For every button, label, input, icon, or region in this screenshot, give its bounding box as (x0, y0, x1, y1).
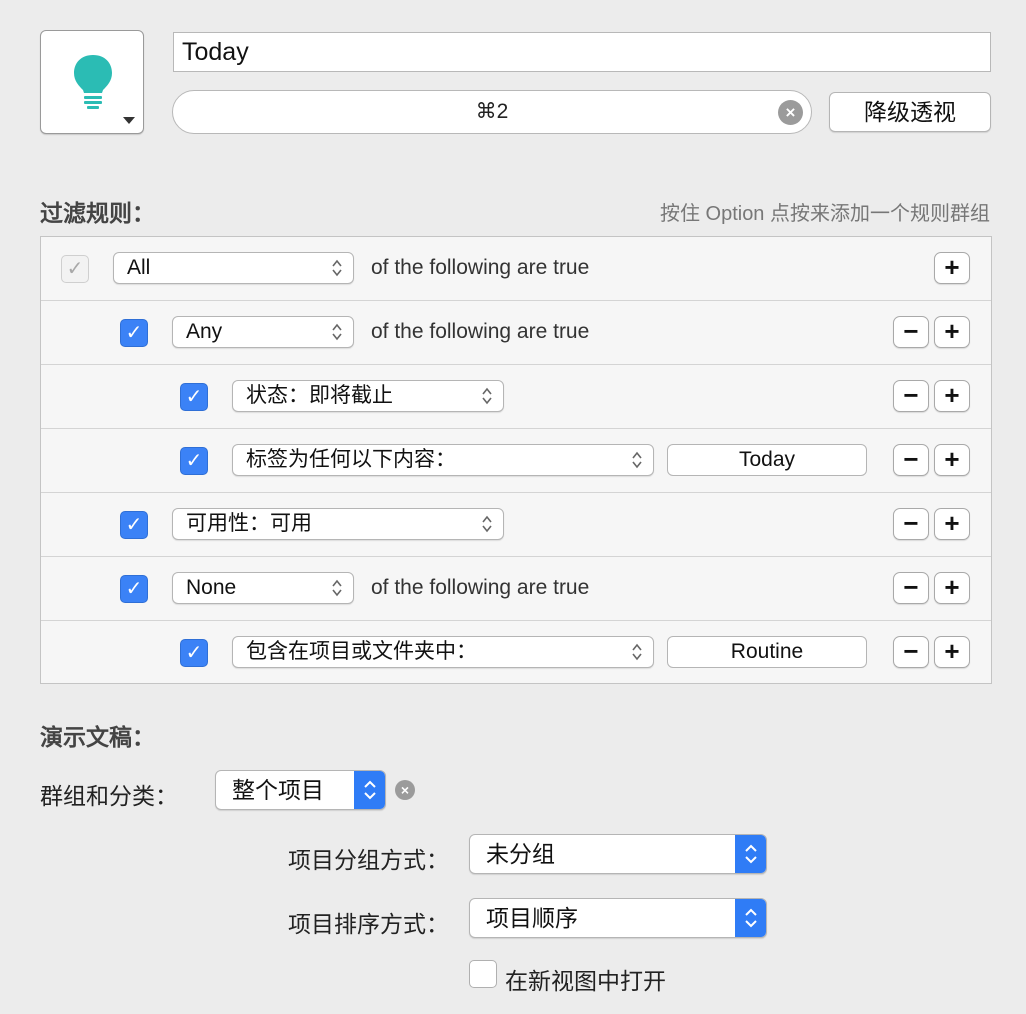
rule-match-popup[interactable]: Any (172, 316, 354, 348)
remove-rule-button[interactable]: − (893, 636, 929, 668)
clear-shortcut-icon[interactable]: × (778, 100, 803, 125)
popup-arrows-icon (745, 844, 757, 864)
rule-condition-popup[interactable]: 包含在项目或文件夹中： (232, 636, 654, 668)
rule-match-popup[interactable]: None (172, 572, 354, 604)
remove-rule-button[interactable]: − (893, 316, 929, 348)
popup-value: 状态：即将截止 (246, 384, 393, 407)
popup-value: 未分组 (486, 841, 555, 867)
popup-value: None (186, 576, 237, 599)
rule-condition-popup[interactable]: 标签为任何以下内容： (232, 444, 654, 476)
open-new-window-checkbox[interactable] (469, 960, 497, 988)
add-rule-button[interactable]: + (934, 508, 970, 540)
shortcut-value: ⌘2 (475, 100, 509, 123)
popup-value: Any (186, 320, 223, 343)
project-group-popup[interactable]: 未分组 (469, 834, 767, 874)
add-rule-button[interactable]: + (934, 444, 970, 476)
rule-checkbox[interactable]: ✓ (120, 319, 148, 347)
rule-row-all: ✓ All of the following are true + (41, 237, 991, 301)
remove-rule-button[interactable]: − (893, 380, 929, 412)
popup-arrows-icon (482, 387, 492, 405)
rule-checkbox[interactable]: ✓ (120, 511, 148, 539)
rule-row-status: ✓ 状态：即将截止 − + (41, 365, 991, 429)
project-sort-popup[interactable]: 项目顺序 (469, 898, 767, 938)
rule-condition-popup[interactable]: 可用性：可用 (172, 508, 504, 540)
rule-row-any: ✓ Any of the following are true − + (41, 301, 991, 365)
open-new-window-label: 在新视图中打开 (505, 968, 666, 994)
group-sort-label: 群组和分类： (40, 783, 178, 809)
rule-row-container: ✓ 包含在项目或文件夹中： Routine − + (41, 621, 991, 685)
shortcut-field[interactable]: ⌘2 × (172, 90, 812, 134)
group-sort-popup[interactable]: 整个项目 (215, 770, 386, 810)
container-value-field[interactable]: Routine (667, 636, 867, 668)
popup-value: All (127, 256, 151, 279)
add-rule-button[interactable]: + (934, 252, 970, 284)
rule-suffix-text: of the following are true (371, 320, 590, 343)
add-rule-button[interactable]: + (934, 636, 970, 668)
demote-perspective-button[interactable]: 降级透视 (829, 92, 991, 132)
rule-checkbox[interactable]: ✓ (180, 383, 208, 411)
rule-row-none: ✓ None of the following are true − + (41, 557, 991, 621)
remove-rule-button[interactable]: − (893, 444, 929, 476)
add-rule-button[interactable]: + (934, 380, 970, 412)
rule-group-hint: 按住 Option 点按来添加一个规则群组 (659, 203, 990, 225)
popup-value: 包含在项目或文件夹中： (246, 640, 477, 663)
rule-match-popup[interactable]: All (113, 252, 354, 284)
tag-value-field[interactable]: Today (667, 444, 867, 476)
popup-value: 项目顺序 (486, 905, 578, 931)
rule-row-availability: ✓ 可用性：可用 − + (41, 493, 991, 557)
dropdown-caret-icon (123, 117, 135, 124)
popup-arrows-icon (332, 259, 342, 277)
lightbulb-icon (74, 55, 112, 109)
popup-stepper (735, 899, 766, 937)
clear-grouping-icon[interactable]: × (395, 780, 415, 800)
rule-checkbox: ✓ (61, 255, 89, 283)
rule-checkbox[interactable]: ✓ (180, 447, 208, 475)
popup-arrows-icon (332, 323, 342, 341)
remove-rule-button[interactable]: − (893, 572, 929, 604)
popup-arrows-icon (482, 515, 492, 533)
add-rule-button[interactable]: + (934, 316, 970, 348)
presentation-title: 演示文稿： (40, 724, 155, 750)
project-group-label: 项目分组方式： (288, 847, 449, 873)
popup-stepper (354, 771, 385, 809)
rule-checkbox[interactable]: ✓ (120, 575, 148, 603)
popup-arrows-icon (632, 643, 642, 661)
rule-row-tags: ✓ 标签为任何以下内容： Today − + (41, 429, 991, 493)
popup-arrows-icon (632, 451, 642, 469)
popup-value: 整个项目 (232, 777, 324, 803)
add-rule-button[interactable]: + (934, 572, 970, 604)
rule-suffix-text: of the following are true (371, 256, 590, 279)
project-sort-label: 项目排序方式： (288, 911, 449, 937)
remove-rule-button[interactable]: − (893, 508, 929, 540)
rules-panel: ✓ All of the following are true + ✓ Any … (40, 236, 992, 684)
popup-value: 标签为任何以下内容： (246, 448, 456, 471)
popup-stepper (735, 835, 766, 873)
perspective-icon-picker[interactable] (40, 30, 144, 134)
popup-arrows-icon (332, 579, 342, 597)
rule-suffix-text: of the following are true (371, 576, 590, 599)
popup-value: 可用性：可用 (186, 512, 312, 535)
rule-condition-popup[interactable]: 状态：即将截止 (232, 380, 504, 412)
popup-arrows-icon (745, 908, 757, 928)
rule-checkbox[interactable]: ✓ (180, 639, 208, 667)
popup-arrows-icon (364, 780, 376, 800)
filter-rules-title: 过滤规则： (40, 200, 155, 226)
perspective-name-field[interactable]: Today (173, 32, 991, 72)
